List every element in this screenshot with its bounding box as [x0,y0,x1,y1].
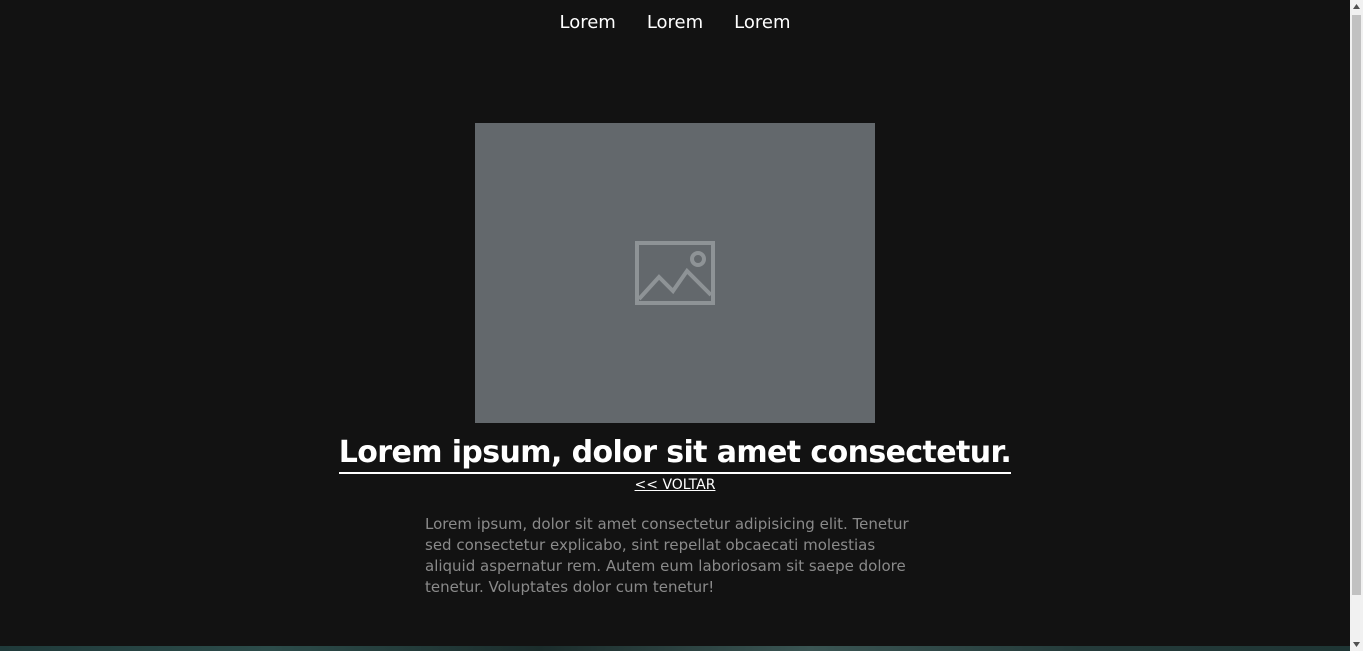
hero-image-placeholder [475,123,875,423]
scroll-up-arrow-icon[interactable] [1350,0,1363,13]
top-nav: Lorem Lorem Lorem [0,10,1350,36]
page: Lorem Lorem Lorem Lorem ipsum, dolor sit… [0,0,1350,651]
scrollbar-thumb[interactable] [1352,15,1361,595]
nav-link-3[interactable]: Lorem [734,10,790,36]
background-image-strip [0,646,1350,651]
back-link[interactable]: << VOLTAR [635,477,716,493]
nav-link-2[interactable]: Lorem [647,10,703,36]
vertical-scrollbar[interactable] [1350,0,1363,651]
nav-link-1[interactable]: Lorem [559,10,615,36]
article-title-wrapper: Lorem ipsum, dolor sit amet consectetur. [0,432,1350,474]
article-body: Lorem ipsum, dolor sit amet consectetur … [425,515,909,596]
scroll-down-arrow-icon[interactable] [1350,638,1363,651]
image-placeholder-icon [635,241,715,305]
back-link-wrapper: << VOLTAR [0,474,1350,493]
article-title: Lorem ipsum, dolor sit amet consectetur. [338,434,1012,474]
